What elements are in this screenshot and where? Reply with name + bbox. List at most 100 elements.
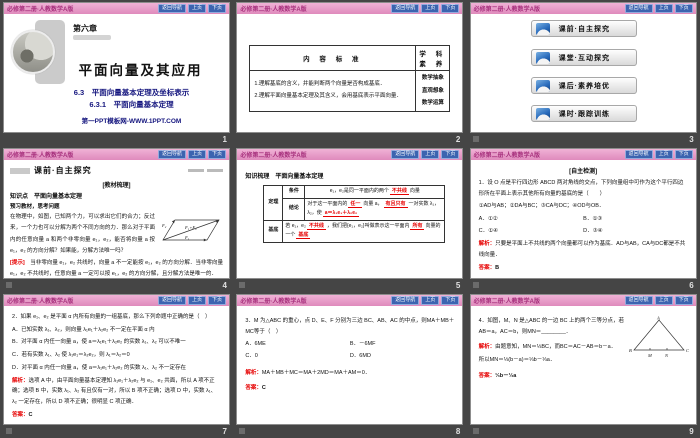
- slide-6: 必修第二册·人教数学A版 返回导航 上页 下页 [自主检测] 1．设 O 点是平…: [470, 148, 697, 279]
- option-c: C．0: [245, 351, 350, 363]
- edition-title: 必修第二册·人教数学A版: [240, 4, 389, 13]
- book-swoosh-icon: [536, 108, 550, 120]
- condition-blank: 不共线: [390, 188, 409, 195]
- thumb-footer: 2: [236, 133, 463, 145]
- book-swoosh-icon: [536, 80, 550, 92]
- thumb-footer: 1: [3, 133, 230, 145]
- next-page-button[interactable]: 下页: [441, 296, 459, 305]
- section-subtext-bar: [207, 169, 223, 172]
- literacy-item-2: 直观想象: [417, 85, 448, 98]
- slide-2: 必修第二册·人教数学A版 返回导航 上页 下页 内 容 标 准 学 科 素 养 …: [236, 2, 463, 133]
- edition-title: 必修第二册·人教数学A版: [7, 150, 156, 159]
- options-grid: A．①② B．①③ C．①④ D．③④: [479, 214, 688, 237]
- cover-photo: [11, 30, 55, 74]
- menu-button-before-class[interactable]: 课前·自主探究: [531, 20, 637, 37]
- slide-9: 必修第二册·人教数学A版 返回导航 上页 下页 A B M N C 4．如图，M…: [470, 294, 697, 425]
- analysis-paragraph: 解析：MA＋MB＋MC＝MA＋2MD＝MA＋AM＝0．: [245, 368, 454, 379]
- base-blank: 不共线: [307, 223, 326, 230]
- nav-home-button[interactable]: 返回导航: [625, 4, 653, 13]
- page-number: 6: [689, 281, 696, 290]
- slide-4: 必修第二册·人教数学A版 返回导航 上页 下页 课前·自主探究 [教材梳理] 知…: [3, 148, 230, 279]
- answer-label: 答案：: [12, 412, 29, 418]
- option-b: B．①③: [583, 214, 688, 226]
- page-number: 4: [223, 281, 230, 290]
- prev-page-button[interactable]: 上页: [655, 4, 673, 13]
- watermark-stamp-icon: [473, 282, 479, 288]
- base-text: 若 e₁，e₂: [285, 223, 306, 229]
- condition-text: e₁，e₂是同一平面内的两个: [330, 188, 389, 194]
- menu-button-label: 课堂·互动探究: [559, 53, 610, 63]
- page-number: 9: [689, 427, 696, 436]
- next-page-button[interactable]: 下页: [208, 296, 226, 305]
- answer-label: 答案：: [479, 265, 496, 271]
- option-a: A．6ME: [245, 339, 350, 351]
- prev-page-button[interactable]: 上页: [421, 150, 439, 159]
- nav-home-button[interactable]: 返回导航: [625, 296, 653, 305]
- slide-header-bar: 必修第二册·人教数学A版 返回导航 上页 下页: [4, 295, 229, 307]
- menu-button-after-class[interactable]: 课后·素养培优: [531, 77, 637, 94]
- prev-page-button[interactable]: 上页: [655, 296, 673, 305]
- menu-button-label: 课时·跟踪训练: [559, 109, 610, 119]
- menu-button-exercise[interactable]: 课时·跟踪训练: [531, 105, 637, 122]
- next-page-button[interactable]: 下页: [441, 4, 459, 13]
- vector-sum-label: F₁+F₂: [184, 225, 197, 230]
- cover-subtitle-2: 6.3.1 平面向量基本定理: [34, 99, 229, 110]
- nav-home-button[interactable]: 返回导航: [391, 296, 419, 305]
- prev-page-button[interactable]: 上页: [188, 4, 206, 13]
- prev-page-button[interactable]: 上页: [655, 150, 673, 159]
- prev-page-button[interactable]: 上页: [421, 4, 439, 13]
- template-site-link[interactable]: 第一PPT模板网-WWW.1PPT.COM: [34, 115, 229, 125]
- next-page-button[interactable]: 下页: [441, 150, 459, 159]
- watermark-stamp-icon: [473, 136, 479, 142]
- analysis-text: MA＋MB＋MC＝MA＋2MD＝MA＋AM＝0．: [262, 370, 370, 376]
- hint-label: [提示]: [10, 260, 25, 266]
- nav-home-button[interactable]: 返回导航: [158, 150, 186, 159]
- conclusion-text: 向量 a，: [363, 201, 382, 207]
- slide-1: 必修第二册·人教数学A版 返回导航 上页 下页 第六章 平面向量及其应用 6.3…: [3, 2, 230, 133]
- next-page-button[interactable]: 下页: [675, 296, 693, 305]
- nav-home-button[interactable]: 返回导航: [158, 4, 186, 13]
- page-number: 2: [456, 135, 463, 144]
- slide-thumb-1: 必修第二册·人教数学A版 返回导航 上页 下页 第六章 平面向量及其应用 6.3…: [0, 0, 233, 146]
- row-header-condition: 条件: [283, 186, 305, 199]
- slide-grid: 必修第二册·人教数学A版 返回导航 上页 下页 第六章 平面向量及其应用 6.3…: [0, 0, 700, 438]
- slide-thumb-2: 必修第二册·人教数学A版 返回导航 上页 下页 内 容 标 准 学 科 素 养 …: [233, 0, 466, 146]
- menu-button-in-class[interactable]: 课堂·互动探究: [531, 49, 637, 66]
- preview-lead: 预习教材，思考问题: [10, 202, 223, 210]
- col-header-subject-literacy: 学 科 素 养: [416, 46, 450, 71]
- prev-page-button[interactable]: 上页: [188, 296, 206, 305]
- option-c: C．若有实数 λ₁、λ₂ 使 λ₁e₁＝λ₂e₂，则 λ₁＝λ₂＝0: [12, 350, 221, 361]
- nav-home-button[interactable]: 返回导航: [625, 150, 653, 159]
- question-text: 1．设 O 点是平行四边形 ABCD 两对角线的交点，下列向量组中可作为这个平行…: [479, 178, 688, 199]
- next-page-button[interactable]: 下页: [208, 150, 226, 159]
- slide-thumb-3: 必修第二册·人教数学A版 返回导航 上页 下页 课前·自主探究 课堂·互动探究 …: [467, 0, 700, 146]
- analysis-text: 只要是平面上不共线的两个向量都可以作为基底．AD与AB，CA与DC都是不共线向量…: [479, 241, 686, 258]
- hint-text: 当非零向量 e₁，e₂ 共线时，向量 a 不一定能按 e₁，e₂ 的方向分解．当…: [10, 260, 223, 277]
- slide-header-bar: 必修第二册·人教数学A版 返回导航 上页 下页: [4, 149, 229, 161]
- slide-header-bar: 必修第二册·人教数学A版 返回导航 上页 下页: [471, 3, 696, 15]
- prev-page-button[interactable]: 上页: [188, 150, 206, 159]
- edition-title: 必修第二册·人教数学A版: [474, 296, 623, 305]
- option-b: B．对平面 α 内任一向量 a，使 a＝λ₁e₁＋λ₂e₂ 的实数 λ₁、λ₂ …: [12, 337, 221, 348]
- section-header: 课前·自主探究: [4, 161, 229, 176]
- option-c: C．①④: [479, 226, 584, 238]
- option-b: B．－6MF: [350, 339, 455, 351]
- nav-home-button[interactable]: 返回导航: [158, 296, 186, 305]
- next-page-button[interactable]: 下页: [208, 4, 226, 13]
- standard-item-2: 2.理解平面向量基本定理及其含义，会用基底表示平面向量．: [254, 91, 411, 103]
- slide-thumb-7: 必修第二册·人教数学A版 返回导航 上页 下页 2．如果 e₁、e₂ 是平面 α…: [0, 292, 233, 438]
- next-page-button[interactable]: 下页: [675, 4, 693, 13]
- standard-item-1: 1.理解基底的含义，并能判断两个向量是否构成基底．: [254, 79, 411, 91]
- analysis-label: 解析：: [245, 370, 262, 376]
- hint-paragraph: [提示] 当非零向量 e₁，e₂ 共线时，向量 a 不一定能按 e₁，e₂ 的方…: [10, 258, 223, 279]
- prev-page-button[interactable]: 上页: [421, 296, 439, 305]
- slide-thumb-4: 必修第二册·人教数学A版 返回导航 上页 下页 课前·自主探究 [教材梳理] 知…: [0, 146, 233, 292]
- section-subtext: [188, 169, 223, 172]
- force-parallelogram-figure: F₂ F₁+F₂ F₁: [159, 214, 223, 244]
- next-page-button[interactable]: 下页: [675, 150, 693, 159]
- nav-home-button[interactable]: 返回导航: [391, 4, 419, 13]
- section-title: 课前·自主探究: [34, 165, 92, 176]
- standards-table: 内 容 标 准 学 科 素 养 1.理解基底的含义，并能判断两个向量是否构成基底…: [249, 45, 450, 112]
- analysis-label: 解析：: [479, 241, 496, 247]
- nav-home-button[interactable]: 返回导航: [391, 150, 419, 159]
